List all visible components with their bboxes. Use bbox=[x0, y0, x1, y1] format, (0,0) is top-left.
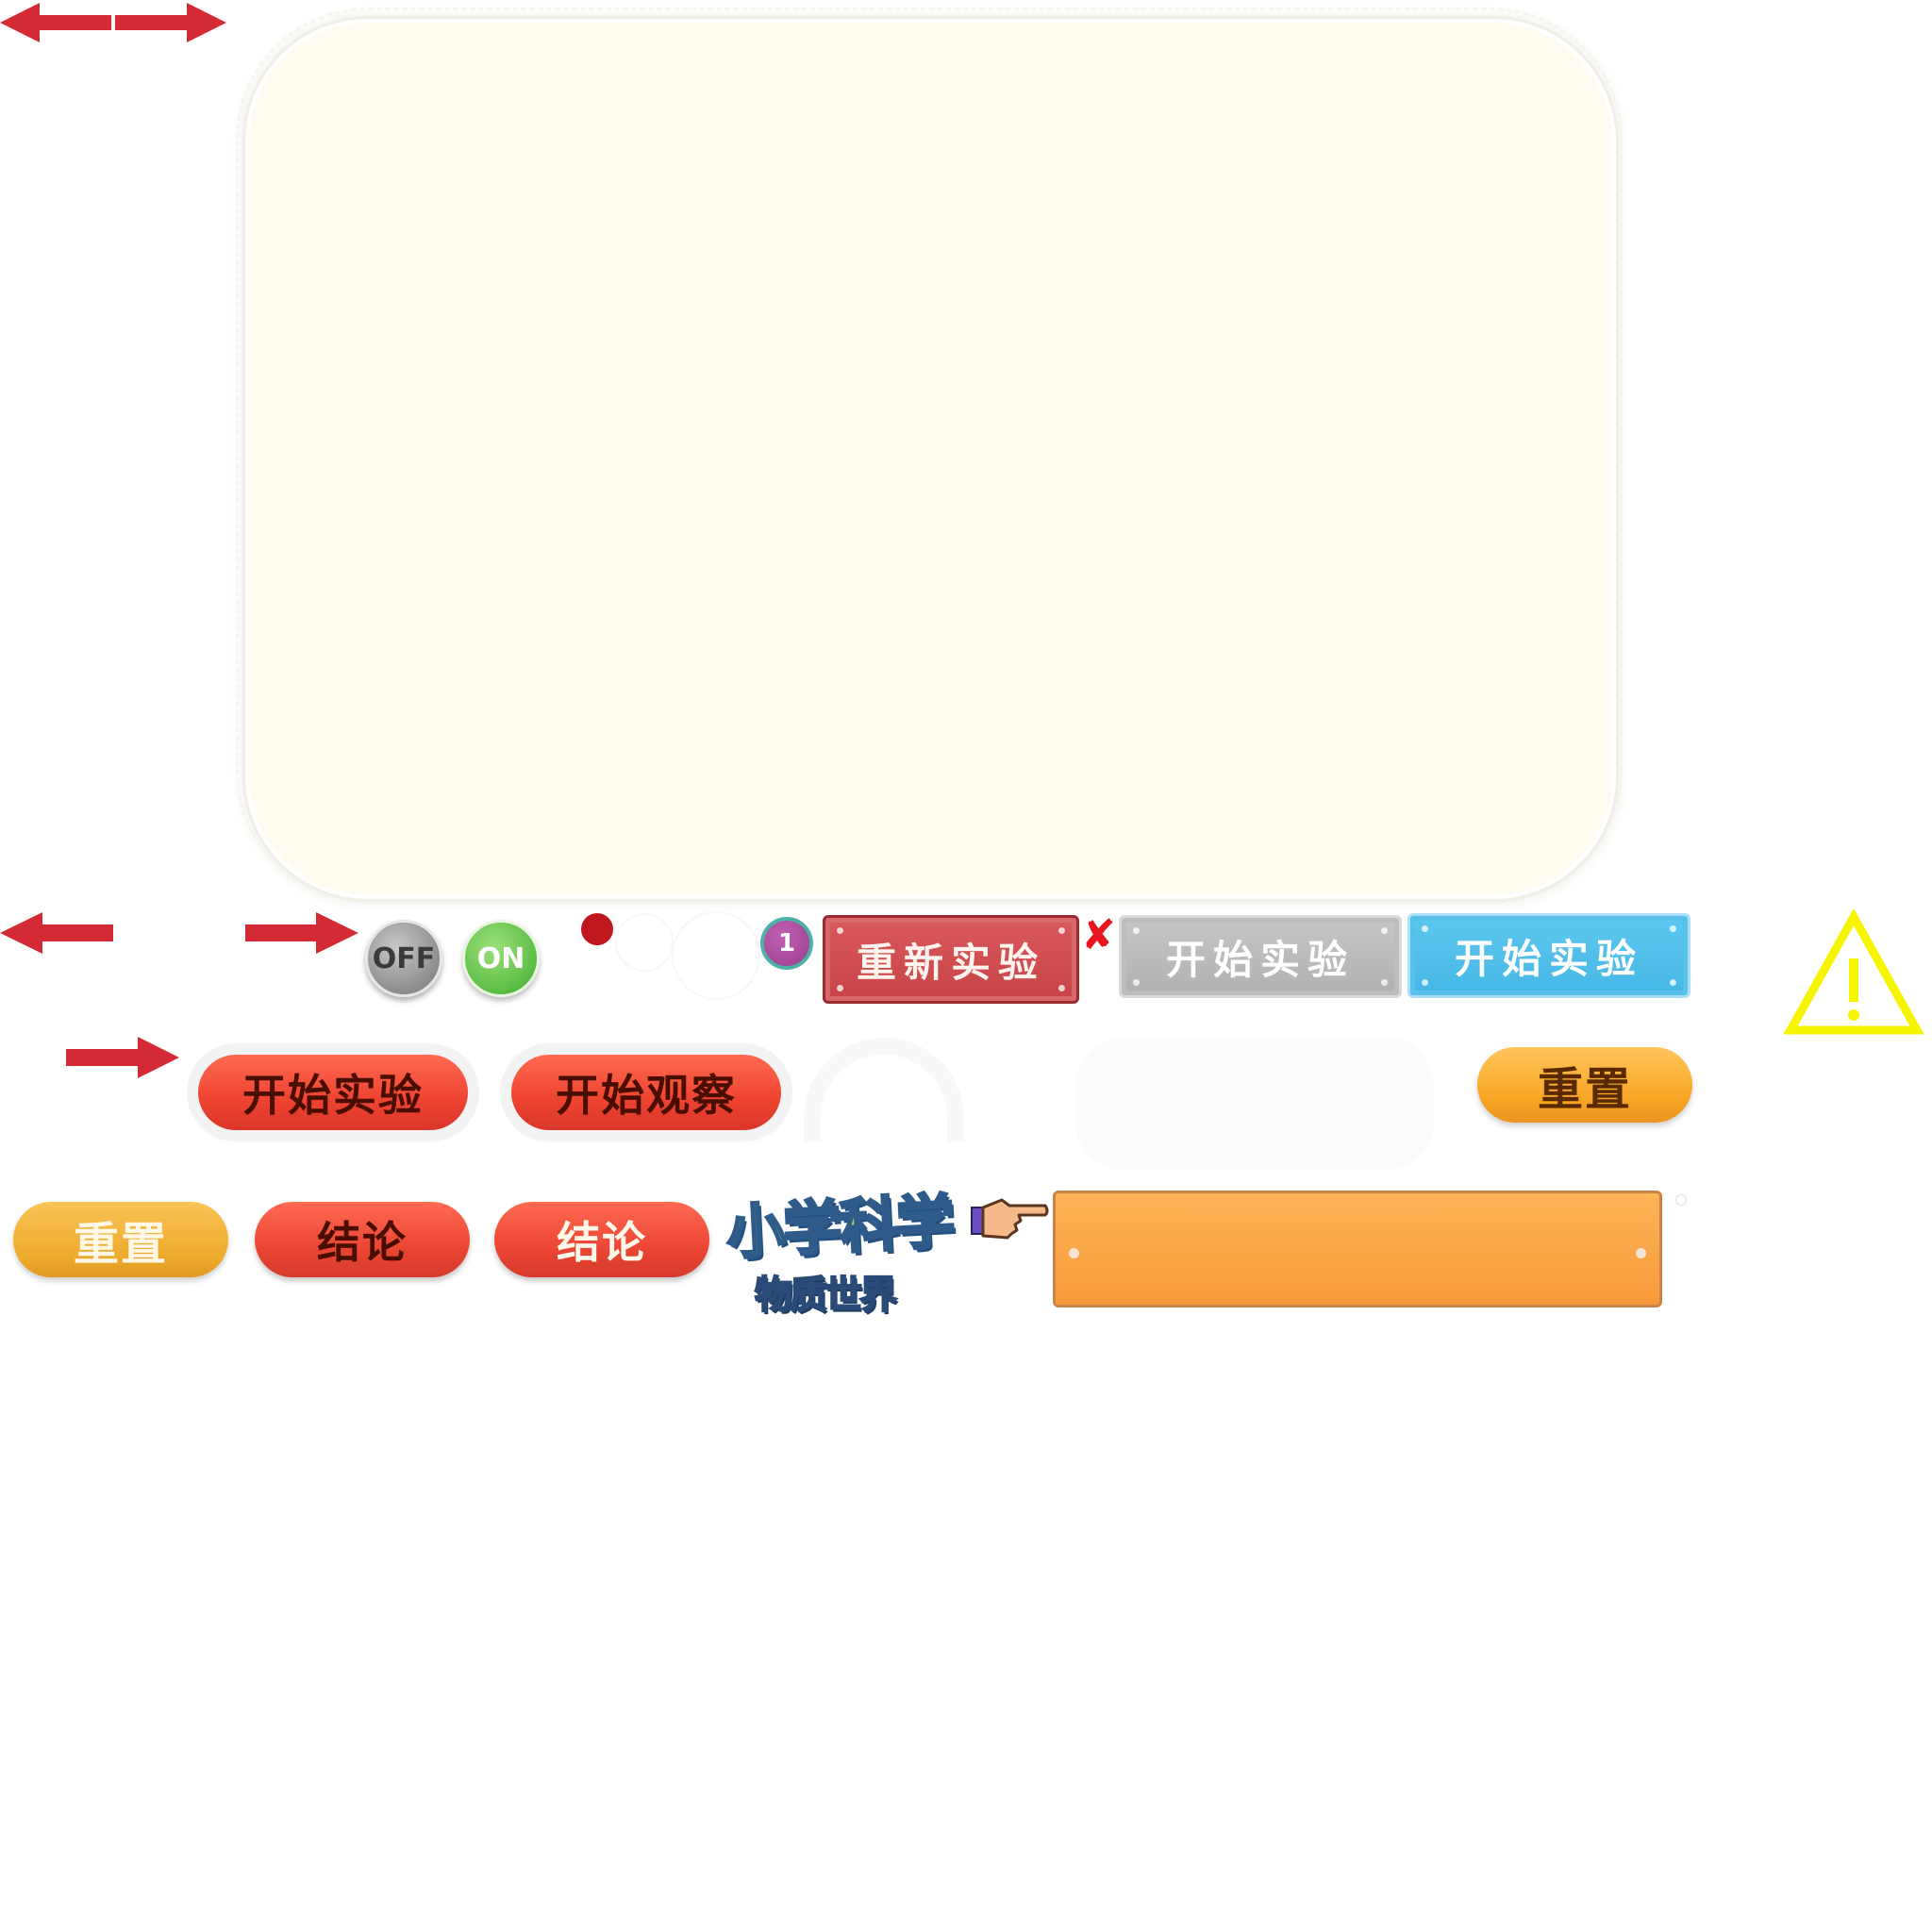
restart-experiment-button[interactable]: 重新实验 bbox=[823, 915, 1079, 1004]
close-glyph: ✘ bbox=[1081, 911, 1116, 959]
faint-arch-decoration bbox=[804, 1038, 964, 1141]
logo-subtitle: 物质世界 bbox=[754, 1273, 898, 1318]
arrow-right-icon-2 bbox=[66, 1037, 179, 1078]
start-observation-label: 开始观察 bbox=[556, 1070, 737, 1121]
start-observation-button[interactable]: 开始观察 bbox=[511, 1055, 781, 1130]
arrow-right-icon bbox=[245, 912, 358, 954]
faint-splash-decoration bbox=[1075, 1038, 1434, 1170]
reset-label: 重置 bbox=[1537, 1063, 1632, 1116]
red-dot bbox=[581, 913, 613, 945]
on-button[interactable]: ON bbox=[462, 920, 540, 997]
conclusion-button-2[interactable]: 结论 bbox=[494, 1202, 709, 1277]
off-button[interactable]: OFF bbox=[365, 920, 442, 997]
reset-label-2: 重置 bbox=[73, 1218, 168, 1271]
start-experiment-blue-button[interactable]: 开始实验 bbox=[1407, 913, 1690, 998]
pointing-hand-icon bbox=[971, 1198, 1049, 1240]
step-number: 1 bbox=[777, 929, 796, 958]
faint-circle-large bbox=[672, 911, 760, 1000]
small-dot bbox=[1675, 1194, 1687, 1206]
conclusion-label: 结论 bbox=[317, 1217, 408, 1268]
conclusion-label-2: 结论 bbox=[557, 1217, 647, 1268]
conclusion-button[interactable]: 结论 bbox=[255, 1202, 470, 1277]
start-experiment-button[interactable]: 开始实验 bbox=[198, 1055, 468, 1130]
step-number-badge: 1 bbox=[760, 917, 813, 970]
double-arrow-icon bbox=[0, 3, 226, 42]
off-label: OFF bbox=[372, 941, 436, 975]
start-experiment-label: 开始实验 bbox=[242, 1070, 424, 1121]
on-label: ON bbox=[476, 941, 525, 975]
start-blue-label: 开始实验 bbox=[1454, 935, 1643, 982]
main-panel bbox=[245, 19, 1616, 899]
logo-title: 小学科学 bbox=[724, 1185, 957, 1268]
restart-label: 重新实验 bbox=[856, 939, 1045, 986]
info-bar bbox=[1053, 1191, 1662, 1307]
reset-button[interactable]: 重置 bbox=[1477, 1047, 1692, 1123]
start-experiment-gray-button[interactable]: 开始实验 bbox=[1119, 915, 1402, 998]
faint-circle bbox=[615, 913, 674, 972]
warning-icon bbox=[1783, 909, 1924, 1035]
arrow-left-icon bbox=[0, 912, 113, 954]
reset-button-2[interactable]: 重置 bbox=[13, 1202, 228, 1277]
start-gray-label: 开始实验 bbox=[1165, 936, 1355, 983]
close-icon[interactable]: ✘ bbox=[1081, 915, 1116, 957]
